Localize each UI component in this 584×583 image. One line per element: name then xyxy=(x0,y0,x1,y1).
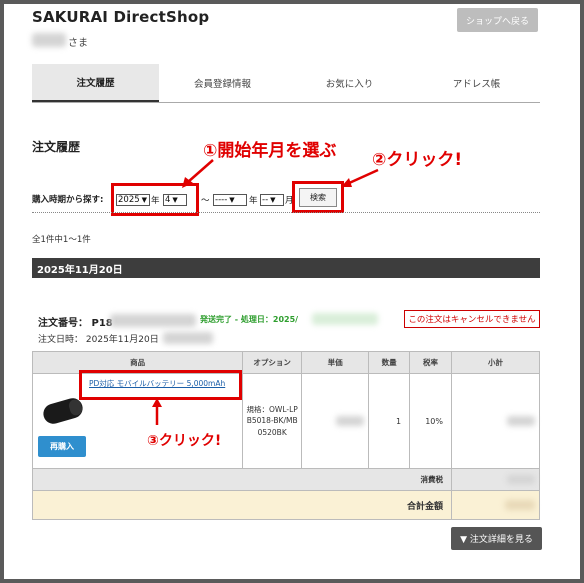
result-count: 全1件中1～1件 xyxy=(32,235,91,245)
order-number-label: 注文番号： xyxy=(38,318,88,329)
shipping-status: 発送完了 - 処理日：2025/ xyxy=(200,315,299,324)
status-date-redacted xyxy=(312,313,378,325)
order-date: 注文日時： 2025年11月20日 xyxy=(38,332,159,345)
col-header-unit-price: 単価 xyxy=(301,351,370,374)
col-header-subtotal: 小計 xyxy=(450,351,541,374)
total-row: 合計金額 xyxy=(32,490,541,520)
product-image[interactable] xyxy=(41,395,85,427)
tax-value-cell xyxy=(450,468,541,491)
order-time-redacted xyxy=(163,332,213,344)
rebuy-button[interactable]: 再購入 xyxy=(38,436,86,457)
total-value-cell xyxy=(450,490,541,520)
quantity-cell: 1 xyxy=(368,373,411,469)
col-header-quantity: 数量 xyxy=(368,351,411,374)
order-date-value: 2025年11月20日 xyxy=(85,335,159,345)
total-label: 合計金額 xyxy=(32,490,452,520)
divider xyxy=(32,212,540,213)
subtotal-redacted xyxy=(506,416,535,426)
order-number: 注文番号： P18 xyxy=(38,314,113,329)
order-number-redacted xyxy=(110,314,196,327)
unit-price-cell xyxy=(301,373,370,469)
cancel-not-allowed-note: この注文はキャンセルできません xyxy=(404,310,540,328)
total-value-redacted xyxy=(504,500,535,510)
tax-label: 消費税 xyxy=(32,468,452,491)
col-header-option: オプション xyxy=(242,351,303,374)
order-date-label: 注文日時： xyxy=(38,335,84,345)
option-cell: 規格：OWL-LPB5018-BK/MB0520BK xyxy=(242,373,303,469)
order-date-header: 2025年11月20日 xyxy=(32,258,540,278)
tax-row: 消費税 xyxy=(32,468,541,491)
tax-rate-cell: 10% xyxy=(409,373,452,469)
subtotal-cell xyxy=(450,373,541,469)
unit-price-redacted xyxy=(336,416,365,426)
option-value: 規格：OWL-LPB5018-BK/MB0520BK xyxy=(246,405,298,437)
view-order-details-button[interactable]: ▼ 注文詳細を見る xyxy=(451,527,542,550)
annotation-step3: ③クリック! xyxy=(147,433,222,449)
tax-value-redacted xyxy=(506,475,535,484)
col-header-tax-rate: 税率 xyxy=(409,351,452,374)
highlight-box-product xyxy=(79,370,242,400)
